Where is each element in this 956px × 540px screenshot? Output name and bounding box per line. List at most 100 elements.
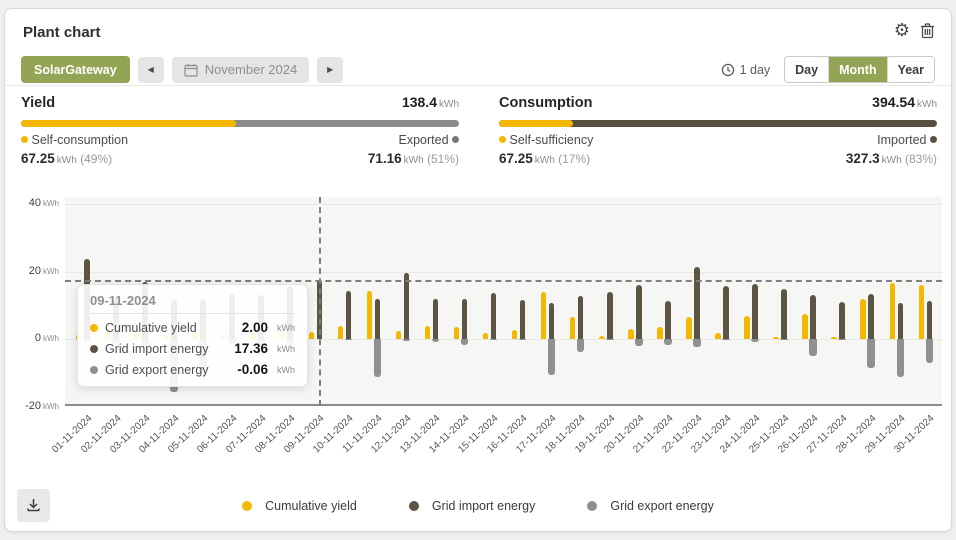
- grid-export-energy-bar[interactable]: [693, 339, 701, 347]
- calendar-icon: [184, 63, 198, 77]
- y-tick-label: 40kWh: [7, 197, 59, 209]
- legend-item[interactable]: Cumulative yield: [242, 499, 357, 513]
- legend-item[interactable]: Grid import energy: [409, 499, 536, 513]
- grid-import-energy-bar[interactable]: [927, 301, 933, 339]
- grid-export-energy-bar[interactable]: [403, 339, 411, 341]
- imported-dot-icon: [930, 136, 937, 143]
- cumulative-yield-bar[interactable]: [425, 326, 431, 340]
- grid-import-energy-bar[interactable]: [404, 273, 410, 339]
- next-period-button[interactable]: ▶: [317, 57, 343, 83]
- grid-import-energy-bar[interactable]: [665, 301, 671, 339]
- grid-import-energy-bar[interactable]: [636, 285, 642, 339]
- grid-import-energy-bar[interactable]: [491, 293, 497, 339]
- legend-item[interactable]: Grid export energy: [587, 499, 714, 513]
- grid-export-energy-bar[interactable]: [838, 339, 846, 340]
- cumulative-yield-bar[interactable]: [541, 292, 547, 339]
- view-switcher: DayMonthYear: [784, 56, 935, 83]
- tooltip-row: Grid export energy-0.06kWh: [90, 362, 295, 377]
- view-tab-month[interactable]: Month: [828, 57, 886, 82]
- grid-import-energy-bar[interactable]: [346, 291, 352, 339]
- yield-title: Yield: [21, 95, 55, 111]
- cumulative-yield-bar[interactable]: [890, 283, 896, 339]
- date-picker-button[interactable]: November 2024: [172, 57, 310, 83]
- grid-import-energy-bar[interactable]: [839, 302, 845, 339]
- cumulative-yield-bar[interactable]: [744, 316, 750, 339]
- view-tab-year[interactable]: Year: [887, 57, 934, 82]
- cumulative-yield-bar[interactable]: [599, 336, 605, 339]
- grid-import-energy-bar[interactable]: [462, 299, 468, 340]
- grid-import-energy-bar[interactable]: [868, 294, 874, 339]
- grid-export-energy-bar[interactable]: [897, 339, 905, 377]
- grid-import-energy-bar[interactable]: [752, 284, 758, 339]
- grid-export-energy-bar[interactable]: [548, 339, 556, 375]
- cumulative-yield-bar[interactable]: [860, 299, 866, 339]
- clock-icon: [721, 63, 735, 77]
- cumulative-yield-bar[interactable]: [396, 331, 402, 339]
- consumption-total: 394.54kWh: [872, 94, 937, 112]
- grid-export-energy-bar[interactable]: [490, 339, 498, 340]
- grid-import-energy-bar[interactable]: [810, 295, 816, 339]
- yield-left-value: 67.25kWh (49%): [21, 151, 112, 166]
- cumulative-yield-bar[interactable]: [686, 317, 692, 339]
- grid-export-energy-bar[interactable]: [635, 339, 643, 346]
- grid-import-energy-bar[interactable]: [433, 299, 439, 340]
- gateway-button[interactable]: SolarGateway: [21, 56, 130, 83]
- grid-export-energy-bar[interactable]: [926, 339, 934, 363]
- cumulative-yield-bar[interactable]: [454, 327, 460, 339]
- grid-import-energy-bar[interactable]: [549, 303, 555, 339]
- grid-import-energy-bar[interactable]: [898, 303, 904, 339]
- grid-import-energy-bar[interactable]: [520, 300, 526, 339]
- grid-export-energy-bar[interactable]: [519, 339, 527, 340]
- yield-progress-bar: [21, 120, 459, 127]
- cumulative-yield-bar[interactable]: [802, 314, 808, 339]
- cumulative-yield-bar[interactable]: [338, 326, 344, 340]
- cumulative-yield-bar[interactable]: [715, 333, 721, 339]
- grid-export-energy-bar[interactable]: [722, 339, 730, 340]
- crosshair-horizontal: [65, 280, 942, 282]
- view-tab-day[interactable]: Day: [785, 57, 828, 82]
- grid-import-energy-bar[interactable]: [375, 299, 381, 339]
- grid-export-energy-bar[interactable]: [780, 339, 788, 340]
- grid-export-energy-bar[interactable]: [664, 339, 672, 345]
- self-consumption-dot-icon: [21, 136, 28, 143]
- consumption-summary: Consumption 394.54kWh Self-sufficiency I…: [495, 94, 941, 166]
- yield-total: 138.4kWh: [402, 94, 459, 112]
- cumulative-yield-bar[interactable]: [483, 333, 489, 339]
- grid-export-energy-bar[interactable]: [577, 339, 585, 352]
- cumulative-yield-bar[interactable]: [367, 291, 373, 339]
- grid-export-energy-bar[interactable]: [867, 339, 875, 368]
- delete-trash-icon[interactable]: [920, 22, 935, 39]
- grid-export-energy-bar[interactable]: [751, 339, 759, 342]
- yield-right-value: 71.16kWh (51%): [368, 151, 459, 166]
- interval-label: 1 day: [740, 63, 771, 77]
- grid-import-energy-bar[interactable]: [781, 289, 787, 339]
- cumulative-yield-bar[interactable]: [831, 337, 837, 339]
- grid-export-energy-bar[interactable]: [432, 339, 440, 342]
- grid-import-energy-bar[interactable]: [607, 292, 613, 339]
- cumulative-yield-bar[interactable]: [628, 329, 634, 339]
- yield-left-label: Self-consumption: [21, 133, 128, 147]
- cumulative-yield-bar[interactable]: [570, 317, 576, 339]
- chart-legend: Cumulative yield Grid import energy Grid e…: [5, 499, 951, 513]
- y-tick-label: 0kWh: [7, 332, 59, 344]
- grid-import-energy-bar[interactable]: [723, 286, 729, 339]
- cumulative-yield-bar[interactable]: [657, 327, 663, 339]
- y-tick-label: -20kWh: [7, 400, 59, 412]
- consumption-right-value: 327.3kWh (83%): [846, 151, 937, 166]
- grid-export-energy-bar[interactable]: [809, 339, 817, 356]
- prev-period-button[interactable]: ◀: [138, 57, 164, 83]
- settings-gear-icon[interactable]: ⚙: [894, 21, 910, 39]
- cumulative-yield-bar[interactable]: [309, 332, 315, 339]
- cumulative-yield-bar[interactable]: [773, 337, 779, 339]
- exported-dot-icon: [452, 136, 459, 143]
- grid-import-energy-bar[interactable]: [694, 267, 700, 339]
- yield-right-label: Exported: [398, 133, 459, 147]
- grid-import-energy-bar[interactable]: [578, 296, 584, 339]
- cumulative-yield-bar[interactable]: [512, 330, 518, 339]
- cumulative-yield-bar[interactable]: [919, 285, 925, 339]
- grid-export-energy-bar[interactable]: [345, 339, 353, 340]
- grid-export-energy-bar[interactable]: [606, 339, 614, 340]
- date-label: November 2024: [205, 62, 298, 77]
- grid-export-energy-bar[interactable]: [374, 339, 382, 377]
- grid-export-energy-bar[interactable]: [461, 339, 469, 345]
